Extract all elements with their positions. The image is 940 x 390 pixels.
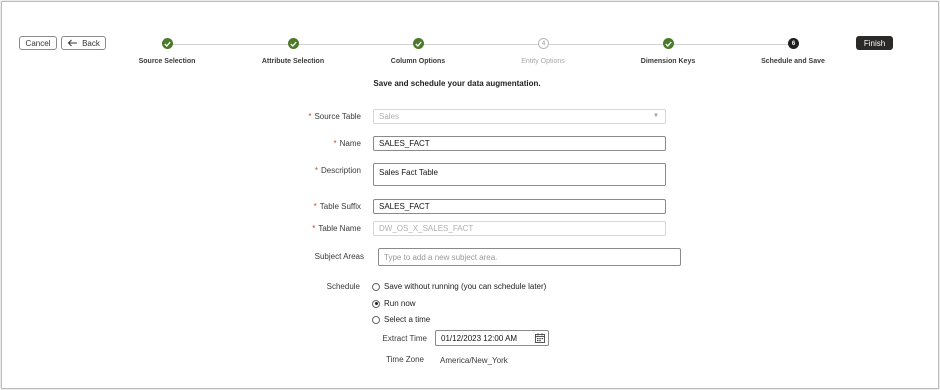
cancel-button-label: Cancel	[25, 38, 51, 48]
page-subtitle: Save and schedule your data augmentation…	[373, 79, 541, 88]
back-button[interactable]: Back	[61, 36, 106, 50]
step-4-marker: 4	[538, 38, 549, 49]
table-name-label: * Table Name	[312, 224, 361, 233]
step-label-attribute-selection[interactable]: Attribute Selection	[233, 58, 353, 65]
time-zone-value: America/New_York	[440, 356, 508, 365]
table-name-field: DW_OS_X_SALES_FACT	[373, 221, 666, 236]
subject-areas-input[interactable]: Type to add a new subject area.	[378, 248, 681, 266]
schedule-option-select-a-time[interactable]: Select a time	[372, 315, 430, 324]
radio-button[interactable]	[372, 315, 380, 324]
arrow-left-icon	[67, 39, 78, 47]
name-label: * Name	[333, 139, 361, 148]
step-4-number: 4	[541, 40, 546, 47]
required-marker: *	[314, 166, 318, 175]
step-5-check-icon[interactable]	[663, 38, 674, 49]
schedule-option-save-without-running[interactable]: Save without running (you can schedule l…	[372, 282, 546, 291]
radio-button[interactable]	[372, 282, 380, 291]
step-label-column-options[interactable]: Column Options	[358, 58, 478, 65]
step-3-check-icon[interactable]	[413, 38, 424, 49]
train-track	[168, 44, 794, 45]
required-marker: *	[308, 112, 312, 121]
finish-button[interactable]: Finish	[856, 36, 893, 50]
source-table-label: * Source Table	[308, 112, 361, 121]
required-marker: *	[313, 202, 317, 211]
wizard-window: Cancel Back Finish 4 6 Source Selection …	[1, 1, 939, 389]
table-suffix-field[interactable]: SALES_FACT	[373, 199, 666, 214]
description-label: * Description	[314, 166, 361, 175]
finish-button-label: Finish	[863, 38, 886, 48]
table-suffix-label: * Table Suffix	[313, 202, 361, 211]
required-marker: *	[312, 224, 316, 233]
source-table-select: Sales ▼	[373, 109, 666, 124]
step-label-entity-options: Entity Options	[521, 58, 565, 65]
step-6-marker[interactable]: 6	[788, 38, 799, 49]
step-label-source-selection[interactable]: Source Selection	[107, 58, 227, 65]
chevron-down-icon: ▼	[653, 113, 659, 119]
schedule-label: Schedule	[326, 282, 360, 291]
extract-time-label: Extract Time	[382, 334, 427, 343]
description-field[interactable]: Sales Fact Table	[373, 163, 666, 186]
cancel-button[interactable]: Cancel	[19, 36, 57, 50]
back-button-label: Back	[82, 38, 100, 48]
radio-button-selected[interactable]	[372, 299, 380, 308]
subject-areas-label: Subject Areas	[314, 252, 364, 261]
step-label-dimension-keys[interactable]: Dimension Keys	[608, 58, 728, 65]
schedule-option-run-now[interactable]: Run now	[372, 299, 416, 308]
calendar-icon[interactable]	[535, 333, 545, 343]
required-marker: *	[333, 139, 337, 148]
extract-time-input[interactable]: 01/12/2023 12:00 AM	[435, 330, 549, 346]
step-6-number: 6	[791, 40, 796, 47]
time-zone-label: Time Zone	[386, 355, 424, 364]
step-2-check-icon[interactable]	[288, 38, 299, 49]
name-field[interactable]: SALES_FACT	[373, 136, 666, 151]
step-1-check-icon[interactable]	[162, 38, 173, 49]
step-label-schedule-and-save[interactable]: Schedule and Save	[733, 58, 853, 65]
